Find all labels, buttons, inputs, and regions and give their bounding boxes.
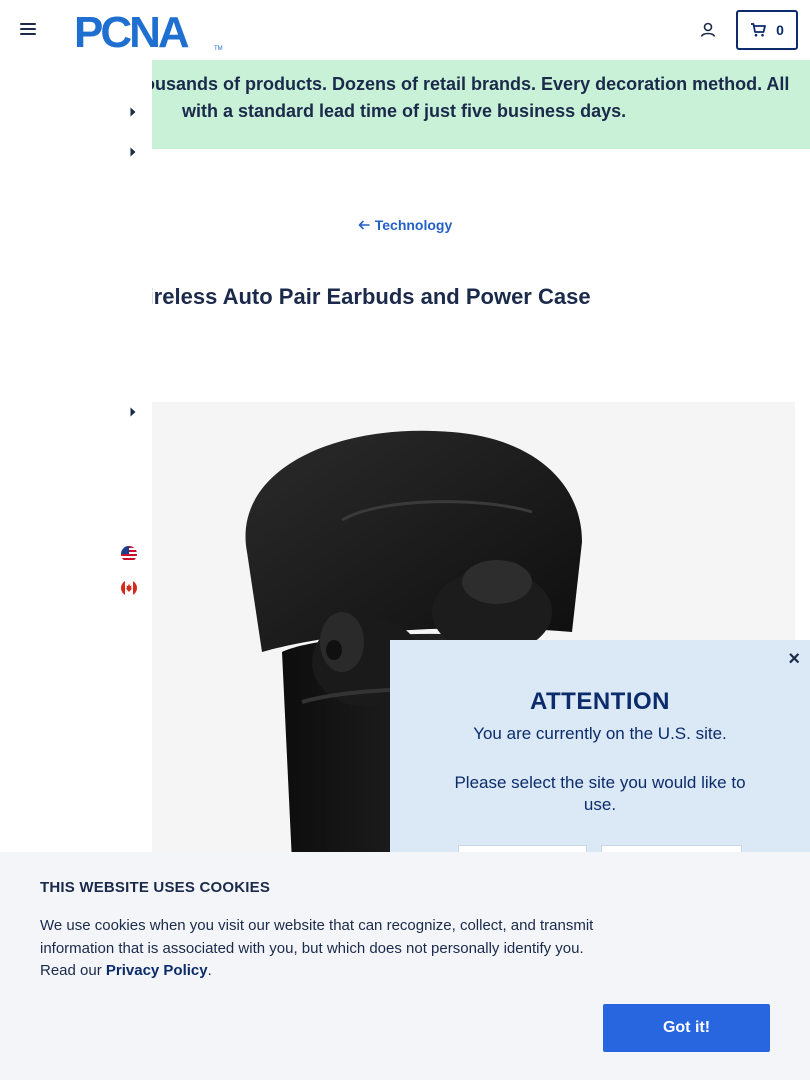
canada-flag-icon[interactable] xyxy=(121,580,137,596)
cart-count: 0 xyxy=(776,22,784,38)
arrow-left-icon xyxy=(358,220,370,230)
us-flag-icon[interactable] xyxy=(121,546,137,562)
logo-text: PCNA xyxy=(74,8,189,52)
hamburger-icon[interactable] xyxy=(20,23,36,37)
cookie-title: THIS WEBSITE USES COOKIES xyxy=(40,879,271,896)
logo-tm: TM xyxy=(214,46,223,52)
user-icon[interactable] xyxy=(698,20,718,40)
cart-button[interactable]: 0 xyxy=(736,10,798,50)
product-title-container: Wireless Auto Pair Earbuds and Power Cas… xyxy=(152,284,810,318)
cart-icon xyxy=(751,23,766,37)
banner-line-2: with a standard lead time of just five b… xyxy=(182,101,627,121)
cookie-text-end: . xyxy=(207,962,212,979)
promo-banner: Thousands of products. Dozens of retail … xyxy=(152,60,810,149)
banner-line-1: Thousands of products. Dozens of retail … xyxy=(152,74,790,94)
site-header: PCNA TM 0 xyxy=(0,0,810,60)
attention-title: ATTENTION xyxy=(529,688,671,715)
attention-select-text: Please select the site you would like to… xyxy=(454,773,746,814)
caret-right-icon[interactable] xyxy=(129,407,137,417)
caret-right-icon[interactable] xyxy=(129,147,137,157)
site-selection-modal: × ATTENTION You are currently on the U.S… xyxy=(390,640,810,885)
product-title: Wireless Auto Pair Earbuds and Power Cas… xyxy=(152,284,591,309)
close-icon[interactable]: × xyxy=(788,648,800,671)
caret-right-icon[interactable] xyxy=(129,107,137,117)
attention-current-site-text: You are currently on the U.S. site. xyxy=(473,724,727,743)
pcna-logo[interactable]: PCNA TM xyxy=(74,8,226,52)
breadcrumb-label: Technology xyxy=(374,217,453,233)
cookie-text: We use cookies when you visit our websit… xyxy=(40,915,610,983)
cookie-banner: THIS WEBSITE USES COOKIES We use cookies… xyxy=(0,852,810,1080)
got-it-button[interactable]: Got it! xyxy=(603,1004,770,1052)
privacy-policy-link[interactable]: Privacy Policy xyxy=(106,962,208,979)
breadcrumb-back-link[interactable]: Technology xyxy=(358,217,453,233)
